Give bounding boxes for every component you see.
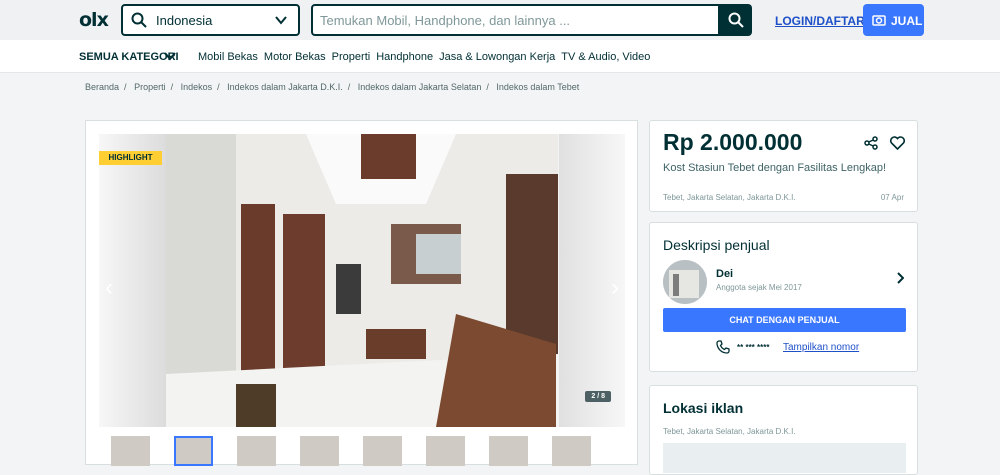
thumbnail[interactable] [552, 436, 591, 466]
category-link[interactable]: Mobil Bekas [198, 51, 258, 63]
breadcrumb-item[interactable]: Indekos dalam Tebet [496, 82, 579, 92]
category-bar: SEMUA KATEGORI Mobil Bekas Motor Bekas P… [0, 40, 1000, 73]
location-map[interactable] [663, 443, 906, 473]
thumbnail[interactable] [363, 436, 402, 466]
breadcrumb: Beranda / Properti / Indekos / Indekos dala… [85, 82, 580, 92]
location-card: Lokasi iklan Tebet, Jakarta Selatan, Jak… [649, 385, 918, 475]
seller-card: Deskripsi penjual Dei Anggota sejak Mei … [649, 222, 918, 372]
thumbnail[interactable] [237, 436, 276, 466]
category-link[interactable]: TV & Audio, Video [561, 51, 650, 63]
search-icon [131, 12, 147, 28]
category-link[interactable]: Motor Bekas [264, 51, 326, 63]
listing-price: Rp 2.000.000 [663, 129, 803, 155]
search-button[interactable] [720, 4, 752, 36]
location-heading: Lokasi iklan [663, 400, 744, 416]
chat-seller-button[interactable]: CHAT DENGAN PENJUAL [663, 308, 906, 332]
heart-icon[interactable] [890, 136, 905, 150]
listing-title: Kost Stasiun Tebet dengan Fasilitas Leng… [663, 162, 887, 174]
search-icon [728, 12, 744, 28]
listing-date: 07 Apr [880, 193, 904, 202]
chevron-down-icon[interactable] [163, 50, 177, 62]
search-input[interactable]: Temukan Mobil, Handphone, dan lainnya ..… [311, 4, 720, 36]
share-icon[interactable] [864, 136, 878, 150]
thumbnail[interactable] [426, 436, 465, 466]
sell-label: JUAL [891, 14, 923, 28]
category-link[interactable]: Jasa & Lowongan Kerja [439, 51, 555, 63]
prev-arrow-icon[interactable]: ‹ [105, 274, 113, 302]
login-link[interactable]: LOGIN/DAFTAR [775, 14, 865, 28]
category-link[interactable]: Handphone [376, 51, 433, 63]
sell-button[interactable]: JUAL [863, 4, 924, 36]
thumbnail[interactable] [111, 436, 150, 466]
chevron-down-icon [275, 16, 287, 25]
seller-name[interactable]: Dei [716, 268, 733, 280]
room-illustration [166, 134, 558, 427]
image-counter: 2 / 8 [585, 391, 611, 402]
camera-icon [872, 15, 886, 26]
search-placeholder: Temukan Mobil, Handphone, dan lainnya ..… [320, 13, 571, 28]
thumbnail-strip [111, 436, 611, 466]
phone-icon [716, 340, 730, 354]
category-links: Mobil Bekas Motor Bekas Properti Handpho… [198, 51, 656, 63]
masked-phone: ** *** **** [737, 343, 770, 352]
top-header: olx Indonesia Temukan Mobil, Handphone, … [0, 0, 1000, 40]
category-link[interactable]: Properti [332, 51, 371, 63]
olx-logo[interactable]: olx [79, 9, 109, 31]
breadcrumb-item[interactable]: Properti [134, 82, 166, 92]
breadcrumb-item[interactable]: Indekos dalam Jakarta D.K.I. [227, 82, 343, 92]
ad-location-text: Tebet, Jakarta Selatan, Jakarta D.K.I. [663, 427, 796, 436]
main-image-stage: HIGHLIGHT ‹ › 2 / 8 [99, 134, 625, 427]
breadcrumb-item[interactable]: Indekos dalam Jakarta Selatan [358, 82, 482, 92]
avatar[interactable] [663, 260, 707, 304]
image-gallery: HIGHLIGHT ‹ › 2 / 8 [85, 120, 638, 466]
price-card: Rp 2.000.000 Kost Stasiun Tebet dengan F… [649, 120, 918, 212]
location-value: Indonesia [156, 13, 213, 28]
member-since: Anggota sejak Mei 2017 [716, 283, 802, 292]
thumbnail[interactable] [174, 436, 213, 466]
location-select[interactable]: Indonesia [121, 4, 300, 36]
next-arrow-icon[interactable]: › [611, 274, 619, 302]
highlight-badge: HIGHLIGHT [99, 151, 162, 165]
thumbnail[interactable] [489, 436, 528, 466]
breadcrumb-item[interactable]: Indekos [181, 82, 213, 92]
listing-location: Tebet, Jakarta Selatan, Jakarta D.K.I. [663, 193, 796, 202]
show-number-link[interactable]: Tampilkan nomor [783, 342, 859, 353]
thumbnail[interactable] [300, 436, 339, 466]
chevron-right-icon[interactable] [896, 272, 904, 284]
breadcrumb-item[interactable]: Beranda [85, 82, 119, 92]
listing-photo[interactable] [166, 134, 558, 427]
seller-heading: Deskripsi penjual [663, 237, 770, 253]
